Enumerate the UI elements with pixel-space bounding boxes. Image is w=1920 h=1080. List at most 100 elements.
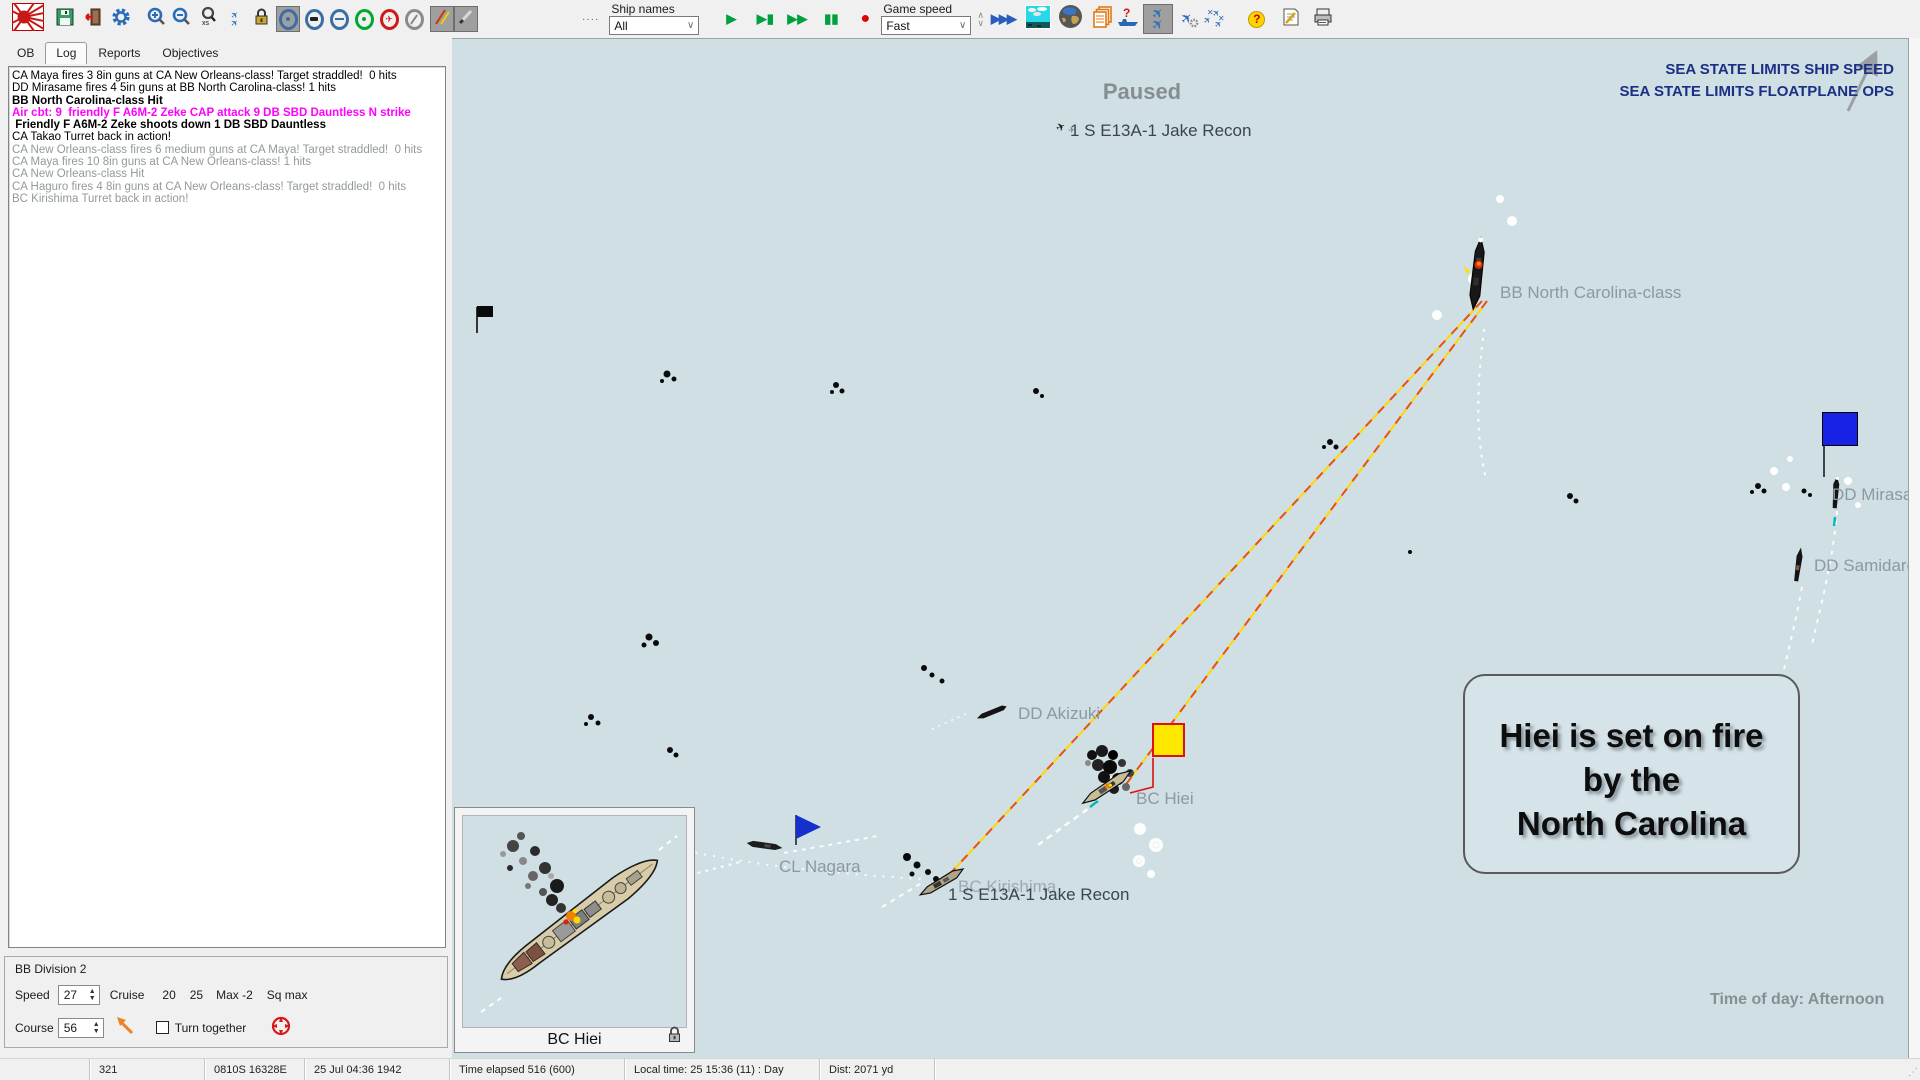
zoom-in-button[interactable] <box>144 6 168 32</box>
globe-icon <box>1058 4 1083 34</box>
zoom-out-button[interactable] <box>169 6 193 32</box>
svg-text:?: ? <box>1123 6 1130 20</box>
unit-cl-nagara-sprite[interactable] <box>746 840 782 851</box>
play-button[interactable]: ▶ <box>719 6 743 32</box>
time-compression-button[interactable]: ▶▶▶ <box>987 6 1019 32</box>
rising-sun-flag-icon <box>12 3 44 36</box>
draw-button[interactable] <box>454 6 478 32</box>
unit-label-bc-hiei[interactable]: BC Hiei <box>1136 789 1194 809</box>
course-down-arrow[interactable]: ▼ <box>93 1028 100 1035</box>
division-flag-black[interactable] <box>477 306 493 317</box>
map-scroll-strip[interactable] <box>1908 38 1920 1058</box>
notes-button[interactable] <box>1279 6 1303 32</box>
log-entry: BC Kirishima Turret back in action! <box>12 193 443 205</box>
ship-info-button[interactable]: ? <box>1116 6 1140 32</box>
step-icon: ▶▮ <box>757 11 774 27</box>
combat-log[interactable]: CA Maya fires 3 8in guns at CA New Orlea… <box>8 66 446 948</box>
division-panel: BB Division 2 Speed 27 ▲ ▼ Cruise 20 25 … <box>4 956 448 1048</box>
chevron-down-icon: ∨ <box>687 20 694 31</box>
speed-label: Speed <box>15 988 50 1002</box>
weather-button[interactable] <box>1023 6 1053 32</box>
view-compass-button[interactable] <box>402 6 426 32</box>
tab-objectives[interactable]: Objectives <box>151 42 229 64</box>
world-map-button[interactable] <box>1056 6 1086 32</box>
speed-stepper-input[interactable]: 27 ▲ ▼ <box>58 985 100 1005</box>
game-speed-label: Game speed <box>881 3 971 16</box>
air-operations-button[interactable]: ✈ ✈ <box>1143 4 1173 34</box>
status-local-time: Local time: 25 15:36 (11) : Day <box>625 1059 820 1080</box>
fast-forward-icon: ▶▶ <box>787 11 807 27</box>
division-flag-square[interactable] <box>1822 412 1858 446</box>
circle-line-icon <box>330 9 349 30</box>
view-air-button[interactable]: ✈ <box>377 6 401 32</box>
reports-button[interactable] <box>1091 6 1115 32</box>
record-button[interactable]: ● <box>853 6 877 32</box>
log-entry: CA New Orleans-class fires 6 medium guns… <box>12 144 443 156</box>
inspector-lock-icon[interactable] <box>667 1026 682 1048</box>
unit-dd-akizuki-sprite[interactable] <box>976 704 1008 721</box>
view-contact-button[interactable] <box>276 6 300 32</box>
settings-button[interactable] <box>109 6 133 32</box>
pause-icon: ▮▮ <box>824 11 838 27</box>
weather-icon <box>1025 5 1051 34</box>
lock-button[interactable] <box>249 6 273 32</box>
game-speed-group: Game speed Fast ∨ <box>881 3 971 35</box>
game-speed-value: Fast <box>886 19 909 33</box>
exit-button[interactable] <box>81 6 105 32</box>
view-range-button[interactable] <box>327 6 351 32</box>
speed-down-arrow[interactable]: ▼ <box>89 995 96 1002</box>
pause-button[interactable]: ▮▮ <box>819 6 843 32</box>
circle-plane-icon: ✈ <box>380 9 399 30</box>
zoom-extents-button[interactable]: xs <box>196 6 220 32</box>
unit-label-dd-samidare[interactable]: DD Samidare <box>1814 556 1908 576</box>
log-entry: CA Takao Turret back in action! <box>12 131 443 143</box>
ship-inspector[interactable]: BC Hiei <box>454 807 695 1053</box>
course-up-arrow[interactable]: ▲ <box>93 1021 100 1028</box>
ship-names-select[interactable]: All ∨ <box>609 16 699 35</box>
formation-target-icon[interactable] <box>270 1015 292 1040</box>
callout-line-2: by the <box>1465 758 1798 802</box>
ship-names-value: All <box>614 19 627 33</box>
air-transfer-button[interactable]: ✈ ✈ <box>223 6 247 32</box>
circle-compass-icon <box>405 9 424 30</box>
air-search-button[interactable]: ✈ ✈ ✈ ✕ ✕ <box>1201 6 1229 32</box>
zoom-in-icon <box>147 7 166 31</box>
step-button[interactable]: ▶▮ <box>753 6 777 32</box>
status-bar: 321 0810S 16328E 25 Jul 04:36 1942 Time … <box>0 1058 1920 1080</box>
unit-label-dd-mirasame[interactable]: DD Mirasame <box>1832 485 1908 505</box>
view-ship-button[interactable] <box>302 6 326 32</box>
speed-down-button[interactable]: ∨ <box>977 19 984 27</box>
tab-reports[interactable]: Reports <box>87 42 151 64</box>
status-position: 0810S 16328E <box>205 1059 305 1080</box>
unit-dd-samidare-sprite[interactable] <box>1793 547 1804 582</box>
time-of-day: Time of day: Afternoon <box>1710 988 1908 1011</box>
stacked-cards-icon <box>1092 6 1114 33</box>
speed-up-arrow[interactable]: ▲ <box>89 988 96 995</box>
course-stepper-input[interactable]: 56 ▲ ▼ <box>58 1018 104 1038</box>
game-speed-select[interactable]: Fast ∨ <box>881 16 971 35</box>
resize-grip[interactable]: ⋰ <box>1908 1067 1918 1078</box>
unit-label-jake-recon-top[interactable]: 1 S E13A-1 Jake Recon <box>1070 121 1251 141</box>
log-entry: BB North Carolina-class Hit <box>12 95 443 107</box>
map-canvas[interactable]: ✈ ✈ Paused SEA STATE LIMITS SHIP SPEED S… <box>452 38 1908 1058</box>
unit-label-jake-recon-bottom[interactable]: 1 S E13A-1 Jake Recon <box>948 885 1129 905</box>
ship-question-icon: ? <box>1117 6 1139 33</box>
print-button[interactable] <box>1311 6 1335 32</box>
help-button[interactable]: ? <box>1245 6 1269 32</box>
unit-label-bb-north-carolina[interactable]: BB North Carolina-class <box>1500 283 1681 303</box>
air-mission-button[interactable]: ✈ <box>1175 6 1199 32</box>
tab-log[interactable]: Log <box>45 42 87 64</box>
view-green-contact-button[interactable] <box>352 6 376 32</box>
selected-unit-marker[interactable] <box>1152 723 1185 757</box>
turn-together-checkbox[interactable] <box>156 1021 169 1034</box>
unit-label-dd-akizuki[interactable]: DD Akizuki <box>1018 704 1100 724</box>
tab-ob[interactable]: OB <box>6 42 45 64</box>
shell-lines-button[interactable] <box>430 6 454 32</box>
unit-bb-north-carolina-sprite[interactable] <box>1458 236 1487 310</box>
plane-gear-icon: ✈ <box>1181 10 1193 28</box>
chevron-down-icon: ∨ <box>959 20 966 31</box>
fast-forward-button[interactable]: ▶▶ <box>785 6 809 32</box>
cruise-label: Cruise <box>110 988 145 1002</box>
save-button[interactable] <box>53 6 77 32</box>
unit-label-cl-nagara[interactable]: CL Nagara <box>779 857 861 877</box>
